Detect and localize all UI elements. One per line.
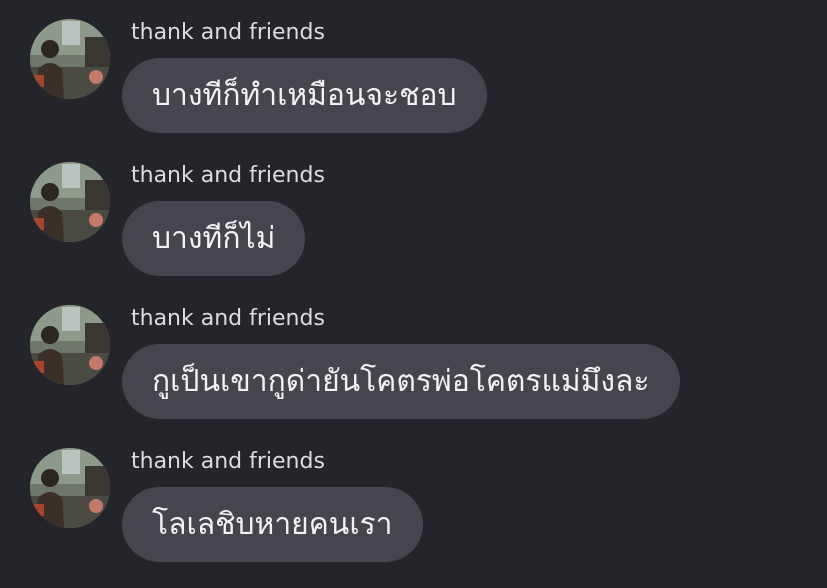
sender-name: thank and friends — [131, 20, 325, 45]
avatar[interactable] — [30, 448, 110, 528]
message-row: thank and friends กูเป็นเขากูด่ายันโคตรพ… — [0, 286, 827, 428]
message-bubble[interactable]: บางทีก็ไม่ — [122, 201, 306, 276]
avatar[interactable] — [30, 305, 110, 385]
profile-photo-avatar-icon — [30, 19, 110, 99]
profile-photo-avatar-icon — [30, 448, 110, 528]
message-row: thank and friends บางทีก็ไม่ — [0, 143, 827, 285]
profile-photo-avatar-icon — [30, 162, 110, 242]
avatar[interactable] — [30, 19, 110, 99]
sender-name: thank and friends — [131, 306, 325, 331]
profile-photo-avatar-icon — [30, 305, 110, 385]
sender-name: thank and friends — [131, 163, 325, 188]
sender-name: thank and friends — [131, 449, 325, 474]
message-bubble[interactable]: กูเป็นเขากูด่ายันโคตรพ่อโคตรแม่มึงละ — [122, 344, 680, 419]
message-row: thank and friends โลเลชิบหายคนเรา — [0, 429, 827, 571]
message-row: thank and friends บางทีก็ทำเหมือนจะชอบ — [0, 0, 827, 142]
avatar[interactable] — [30, 162, 110, 242]
message-bubble[interactable]: บางทีก็ทำเหมือนจะชอบ — [122, 58, 487, 133]
message-bubble[interactable]: โลเลชิบหายคนเรา — [122, 487, 423, 562]
chat-thread: thank and friends บางทีก็ทำเหมือนจะชอบ t… — [0, 0, 827, 588]
